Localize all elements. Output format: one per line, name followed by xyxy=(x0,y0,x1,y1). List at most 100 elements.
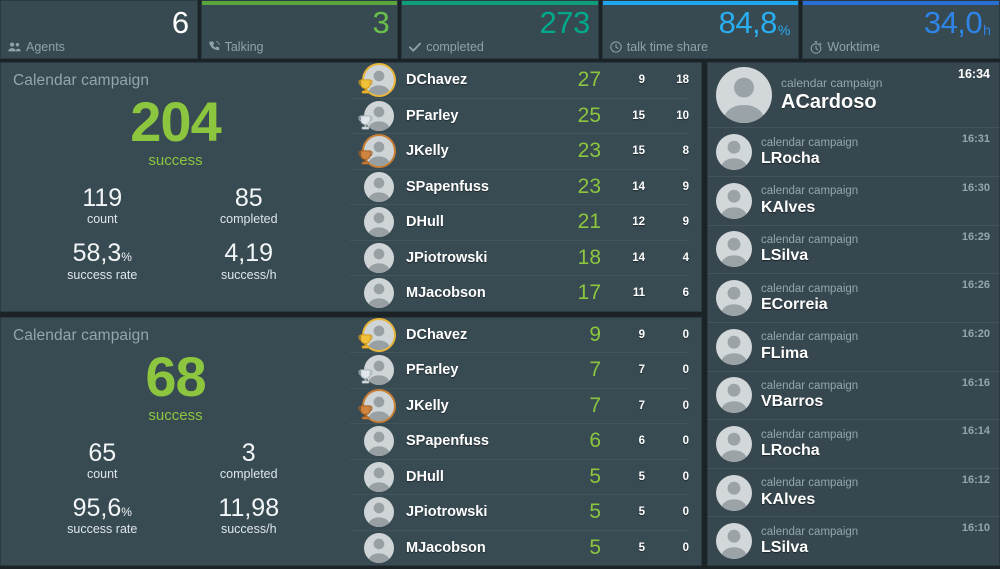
stat-count: 65 count xyxy=(29,439,176,480)
avatar xyxy=(364,461,394,492)
avatar xyxy=(716,474,752,511)
stat-value: 85 xyxy=(234,184,263,212)
kpi-value-row: 6 xyxy=(1,5,197,40)
agent-name: PFarley xyxy=(406,107,459,124)
table-row[interactable]: SPapenfuss 23 14 9 xyxy=(350,170,689,205)
feed-item[interactable]: calendar campaign LRocha 16:31 xyxy=(708,128,999,177)
kpi-tile-worktime[interactable]: 34,0 h Worktime xyxy=(802,0,1000,59)
phone-icon xyxy=(208,41,220,53)
table-row[interactable]: MJacobson 17 11 6 xyxy=(350,276,689,311)
agent-success-count: 5 xyxy=(589,464,601,488)
stat-count: 119 count xyxy=(29,185,176,226)
table-row[interactable]: MJacobson 5 5 0 xyxy=(350,531,689,566)
agent-success-count: 9 xyxy=(589,322,601,346)
table-row[interactable]: JPiotrowski 18 14 4 xyxy=(350,241,689,276)
table-row[interactable]: PFarley 25 15 10 xyxy=(350,99,689,134)
feed-item[interactable]: calendar campaign VBarros 16:16 xyxy=(708,372,999,421)
agent-metric-2: 9 xyxy=(682,180,689,193)
feed-item[interactable]: calendar campaign FLima 16:20 xyxy=(708,323,999,372)
campaign-column: Calendar campaign 204 success 119 count … xyxy=(0,62,702,566)
kpi-tile-talking[interactable]: 3 Talking xyxy=(200,0,399,59)
feed-item[interactable]: calendar campaign ECorreia 16:26 xyxy=(708,274,999,323)
feed-text: calendar campaign VBarros xyxy=(761,379,990,412)
kpi-footer: completed xyxy=(402,40,598,58)
agent-metric-1: 7 xyxy=(638,399,645,412)
agent-metric-1: 9 xyxy=(638,74,645,87)
trophy-gold-icon xyxy=(357,333,374,350)
kpi-label: Talking xyxy=(224,40,264,54)
feed-agent-name: ECorreia xyxy=(761,296,828,314)
table-row[interactable]: DChavez 27 9 18 xyxy=(350,63,689,99)
campaign-panel[interactable]: Calendar campaign 68 success 65 count 3 … xyxy=(0,316,702,566)
avatar-wrap xyxy=(358,170,398,204)
avatar-wrap xyxy=(358,495,398,529)
kpi-unit: % xyxy=(777,22,791,38)
avatar xyxy=(716,425,752,462)
agent-name: MJacobson xyxy=(406,285,486,302)
feed-item[interactable]: calendar campaign KAlves 16:12 xyxy=(708,469,999,518)
stat-value-row: 65 xyxy=(29,439,176,466)
avatar-wrap xyxy=(358,460,398,494)
agent-success-count: 5 xyxy=(589,535,601,559)
kpi-tile-agents[interactable]: 6 Agents xyxy=(0,0,198,59)
feed-item[interactable]: calendar campaign LSilva 16:10 xyxy=(708,517,999,565)
agent-metric-2: 0 xyxy=(682,470,689,483)
stat-label: success rate xyxy=(67,522,138,536)
agent-name: DChavez xyxy=(406,72,468,89)
agent-name: SPapenfuss xyxy=(406,433,489,450)
kpi-tile-talk-time-share[interactable]: 84,8 % talk time share xyxy=(601,0,800,59)
kpi-label: completed xyxy=(426,40,484,54)
kpi-value: 84,8 xyxy=(718,5,778,40)
avatar-wrap xyxy=(358,276,398,310)
campaign-stats: Calendar campaign 204 success 119 count … xyxy=(1,63,350,311)
feed-campaign: calendar campaign xyxy=(761,477,859,490)
feed-timestamp: 16:34 xyxy=(958,67,990,81)
users-icon xyxy=(8,41,21,53)
kpi-value-row: 273 xyxy=(402,5,598,40)
avatar xyxy=(716,134,752,171)
table-row[interactable]: JKelly 7 7 0 xyxy=(350,389,689,424)
table-row[interactable]: DHull 21 12 9 xyxy=(350,205,689,241)
table-row[interactable]: JKelly 23 15 8 xyxy=(350,134,689,170)
stat-completed: 85 completed xyxy=(176,185,323,226)
table-row[interactable]: DChavez 9 9 0 xyxy=(350,318,689,353)
stat-success-h: 11,98 success/h xyxy=(176,495,323,536)
campaign-hero-label: success xyxy=(148,406,203,424)
avatar-wrap xyxy=(358,318,398,352)
table-row[interactable]: SPapenfuss 6 6 0 xyxy=(350,424,689,460)
feed-item[interactable]: calendar campaign LSilva 16:29 xyxy=(708,226,999,275)
agent-metric-2: 9 xyxy=(682,216,689,229)
feed-item[interactable]: calendar campaign KAlves 16:30 xyxy=(708,177,999,226)
campaign-panel[interactable]: Calendar campaign 204 success 119 count … xyxy=(0,62,702,312)
agent-name: DHull xyxy=(406,468,444,485)
agent-metric-2: 4 xyxy=(682,251,689,264)
feed-text: calendar campaign KAlves xyxy=(761,184,990,217)
agent-success-count: 23 xyxy=(577,139,601,163)
table-row[interactable]: JPiotrowski 5 5 0 xyxy=(350,495,689,531)
avatar-wrap xyxy=(358,531,398,565)
kpi-value-row: 84,8 % xyxy=(603,5,799,40)
kpi-footer: Worktime xyxy=(803,40,999,58)
feed-agent-name: LRocha xyxy=(761,150,820,168)
feed-item[interactable]: calendar campaign ACardoso 16:34 xyxy=(708,63,999,129)
kpi-unit: h xyxy=(983,22,991,38)
feed-text: calendar campaign ACardoso xyxy=(781,76,990,114)
agent-metric-2: 8 xyxy=(682,145,689,158)
kpi-tile-completed[interactable]: 273 completed xyxy=(401,0,599,59)
stat-suffix: % xyxy=(121,504,132,519)
campaign-title: Calendar campaign xyxy=(13,72,150,89)
campaign-stat-grid: 65 count 3 completed 95,6% success rate … xyxy=(1,439,350,536)
kpi-label: talk time share xyxy=(626,40,709,54)
table-row[interactable]: PFarley 7 7 0 xyxy=(350,353,689,389)
avatar-wrap xyxy=(358,389,398,423)
activity-feed[interactable]: calendar campaign ACardoso 16:34 calenda… xyxy=(707,62,1000,566)
kpi-label: Agents xyxy=(26,40,65,54)
agent-success-count: 5 xyxy=(589,500,601,524)
feed-agent-name: LRocha xyxy=(761,441,820,459)
stat-label: completed xyxy=(219,212,278,227)
agent-leaderboard: DChavez 27 9 18 PFarley 25 15 10 JKelly … xyxy=(350,63,701,311)
stat-success-h: 4,19 success/h xyxy=(176,240,323,281)
table-row[interactable]: DHull 5 5 0 xyxy=(350,460,689,495)
feed-item[interactable]: calendar campaign LRocha 16:14 xyxy=(708,420,999,469)
campaign-hero-value: 68 xyxy=(145,344,206,408)
